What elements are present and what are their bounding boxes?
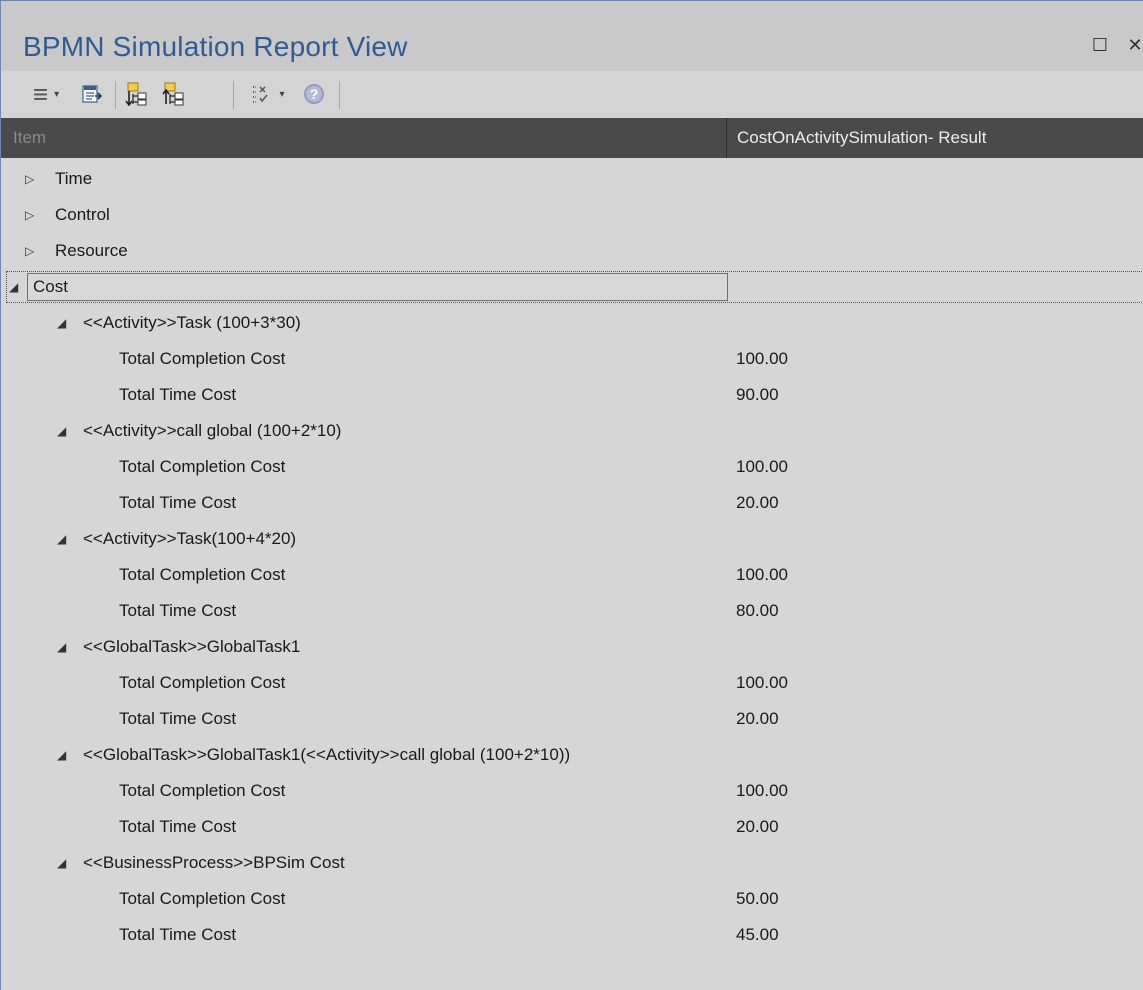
metric-value: 100.00: [736, 349, 788, 368]
menu-button[interactable]: ≡ ▾: [23, 79, 69, 109]
window-title: BPMN Simulation Report View: [23, 31, 408, 62]
tree-row-group[interactable]: ◢ <<Activity>>Task(100+4*20): [1, 521, 1143, 557]
table-header: Item CostOnActivitySimulation- Result: [1, 118, 1143, 158]
collapse-arrow-icon[interactable]: ◢: [57, 845, 66, 881]
table-row[interactable]: Total Time Cost 20.00: [1, 485, 1143, 521]
collapse-arrow-icon[interactable]: ◢: [57, 737, 66, 773]
export-button[interactable]: [79, 79, 105, 109]
collapse-tree-icon: [162, 82, 184, 106]
metric-value: 100.00: [736, 781, 788, 800]
tree-row-resource[interactable]: ▷ Resource: [1, 233, 1143, 269]
metric-value: 20.00: [736, 493, 779, 512]
checklist-icon: [253, 86, 269, 103]
tree-row-cost[interactable]: ◢ Cost: [1, 269, 1143, 305]
table-row[interactable]: Total Completion Cost 100.00: [1, 773, 1143, 809]
collapse-arrow-icon[interactable]: ◢: [9, 269, 18, 305]
collapse-arrow-icon[interactable]: ◢: [57, 305, 66, 341]
hamburger-menu-icon: ≡: [32, 79, 49, 109]
metric-value: 50.00: [736, 889, 779, 908]
table-row[interactable]: Total Completion Cost 100.00: [1, 665, 1143, 701]
metric-value: 80.00: [736, 601, 779, 620]
table-row[interactable]: Total Time Cost 80.00: [1, 593, 1143, 629]
expand-all-button[interactable]: [124, 79, 152, 109]
metric-label: Total Completion Cost: [119, 889, 286, 908]
metric-label: Total Completion Cost: [119, 781, 286, 800]
metric-label: Total Time Cost: [119, 925, 237, 944]
simulation-report-window: BPMN Simulation Report View ☐ ✕ ≡ ▾ ▾ ? …: [0, 0, 1143, 990]
chevron-down-icon: ▾: [279, 88, 285, 100]
title-bar: BPMN Simulation Report View ☐ ✕: [1, 1, 1143, 71]
collapse-arrow-icon[interactable]: ◢: [57, 629, 66, 665]
options-button[interactable]: ▾: [245, 79, 291, 109]
expand-arrow-icon[interactable]: ▷: [25, 197, 34, 233]
table-row[interactable]: Total Time Cost 90.00: [1, 377, 1143, 413]
toolbar: ≡ ▾ ▾ ?: [1, 71, 1143, 117]
toolbar-separator: [339, 81, 340, 109]
tree-label: Time: [55, 169, 93, 188]
tree-row-group[interactable]: ◢ <<GlobalTask>>GlobalTask1: [1, 629, 1143, 665]
table-row[interactable]: Total Time Cost 20.00: [1, 809, 1143, 845]
metric-value: 100.00: [736, 565, 788, 584]
column-header-result[interactable]: CostOnActivitySimulation- Result: [729, 118, 1143, 158]
group-label: <<Activity>>Task (100+3*30): [83, 313, 301, 332]
table-row[interactable]: Total Completion Cost 100.00: [1, 557, 1143, 593]
group-label: <<Activity>>Task(100+4*20): [83, 529, 297, 548]
export-report-icon: [82, 85, 103, 103]
tree-row-group[interactable]: ◢ <<Activity>>call global (100+2*10): [1, 413, 1143, 449]
expand-tree-icon: [125, 82, 147, 106]
expand-arrow-icon[interactable]: ▷: [25, 161, 34, 197]
table-row[interactable]: Total Completion Cost 50.00: [1, 881, 1143, 917]
group-label: <<GlobalTask>>GlobalTask1: [83, 637, 301, 656]
tree-label: Cost: [33, 277, 68, 296]
tree-row-group[interactable]: ◢ <<GlobalTask>>GlobalTask1(<<Activity>>…: [1, 737, 1143, 773]
metric-label: Total Time Cost: [119, 385, 237, 404]
table-row[interactable]: Total Time Cost 45.00: [1, 917, 1143, 953]
tree-row-time[interactable]: ▷ Time: [1, 161, 1143, 197]
metric-label: Total Time Cost: [119, 601, 237, 620]
chevron-down-icon: ▾: [54, 88, 60, 100]
restore-icon[interactable]: ☐: [1089, 34, 1111, 56]
metric-label: Total Completion Cost: [119, 673, 286, 692]
table-row[interactable]: Total Time Cost 20.00: [1, 701, 1143, 737]
metric-label: Total Time Cost: [119, 709, 237, 728]
collapse-arrow-icon[interactable]: ◢: [57, 521, 66, 557]
tree-row-control[interactable]: ▷ Control: [1, 197, 1143, 233]
metric-label: Total Completion Cost: [119, 565, 286, 584]
metric-label: Total Completion Cost: [119, 457, 286, 476]
metric-value: 20.00: [736, 817, 779, 836]
tree-row-group[interactable]: ◢ <<BusinessProcess>>BPSim Cost: [1, 845, 1143, 881]
help-button[interactable]: ?: [301, 79, 327, 109]
metric-value: 90.00: [736, 385, 779, 404]
metric-label: Total Time Cost: [119, 817, 237, 836]
collapse-arrow-icon[interactable]: ◢: [57, 413, 66, 449]
metric-value: 45.00: [736, 925, 779, 944]
metric-label: Total Completion Cost: [119, 349, 286, 368]
metric-value: 100.00: [736, 457, 788, 476]
metric-label: Total Time Cost: [119, 493, 237, 512]
column-header-item[interactable]: Item: [1, 118, 727, 158]
group-label: <<Activity>>call global (100+2*10): [83, 421, 342, 440]
toolbar-separator: [233, 81, 234, 109]
expand-arrow-icon[interactable]: ▷: [25, 233, 34, 269]
group-label: <<GlobalTask>>GlobalTask1(<<Activity>>ca…: [83, 745, 571, 764]
tree-label: Resource: [55, 241, 128, 260]
tree-label: Control: [55, 205, 110, 224]
table-row[interactable]: Total Completion Cost 100.00: [1, 449, 1143, 485]
metric-value: 20.00: [736, 709, 779, 728]
collapse-all-button[interactable]: [161, 79, 189, 109]
help-icon: ?: [304, 84, 324, 104]
toolbar-separator: [115, 81, 116, 109]
metric-value: 100.00: [736, 673, 788, 692]
group-label: <<BusinessProcess>>BPSim Cost: [83, 853, 345, 872]
table-row[interactable]: Total Completion Cost 100.00: [1, 341, 1143, 377]
close-icon[interactable]: ✕: [1124, 34, 1143, 56]
tree-row-group[interactable]: ◢ <<Activity>>Task (100+3*30): [1, 305, 1143, 341]
selected-cell: [27, 273, 728, 301]
